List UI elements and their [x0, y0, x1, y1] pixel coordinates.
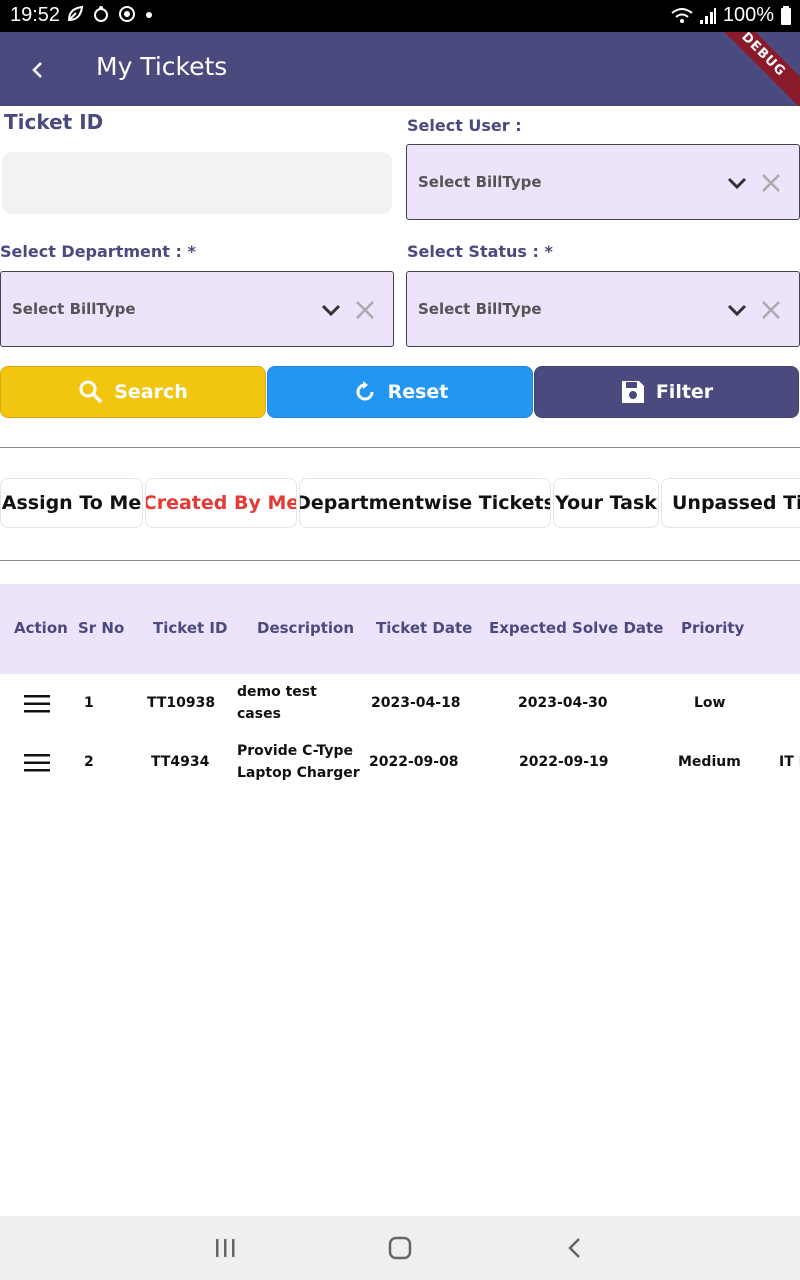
back-button[interactable] [22, 54, 54, 86]
cell-expected-solve-date: 2023-04-30 [518, 695, 608, 711]
ticket-tabs: Assign To Me Created By Me Departmentwis… [0, 478, 800, 528]
cell-priority: Medium [678, 754, 741, 770]
tab-assign-to-me[interactable]: Assign To Me [0, 478, 143, 528]
cell-description-line1: Provide C-Type [237, 743, 353, 759]
cell-description-line2: Laptop Charger [237, 765, 360, 781]
table-row[interactable]: 1 TT10938 demo test cases 2023-04-18 202… [0, 675, 800, 733]
column-header-action: Action [14, 619, 68, 637]
cell-ticket-date: 2022-09-08 [369, 754, 459, 770]
cell-ticket-id: TT10938 [147, 695, 216, 711]
chrome-icon [119, 6, 135, 22]
cell-extra: IT I [779, 754, 800, 770]
select-status-dropdown[interactable]: Select BillType [406, 271, 800, 347]
back-nav-icon[interactable] [561, 1236, 589, 1260]
menu-icon[interactable] [24, 753, 50, 773]
select-status-label: Select Status : * [407, 242, 553, 261]
column-header-ticket-date: Ticket Date [376, 619, 473, 637]
save-icon [621, 381, 644, 403]
cell-expected-solve-date: 2022-09-19 [519, 754, 609, 770]
column-header-description: Description [257, 619, 355, 637]
ticket-id-label: Ticket ID [4, 110, 104, 134]
chevron-down-icon[interactable] [725, 298, 749, 322]
tab-created-by-me[interactable]: Created By Me [145, 478, 297, 528]
select-user-dropdown[interactable]: Select BillType [406, 144, 800, 220]
debug-banner: DEBUG [702, 32, 800, 106]
tab-your-task[interactable]: Your Task [553, 478, 659, 528]
select-department-label: Select Department : * [0, 242, 196, 261]
arrow-left-icon [32, 62, 42, 78]
select-user-label: Select User : [407, 116, 522, 135]
close-icon[interactable] [353, 298, 377, 322]
select-department-dropdown[interactable]: Select BillType [0, 271, 394, 347]
status-bar: 19:52 100% [0, 0, 800, 32]
battery-percent: 100% [722, 4, 774, 26]
recent-apps-icon[interactable] [211, 1236, 239, 1260]
chevron-down-icon[interactable] [319, 298, 343, 322]
page-title: My Tickets [96, 52, 228, 81]
dot-icon [146, 12, 152, 18]
home-icon[interactable] [386, 1236, 414, 1260]
search-button-label: Search [114, 381, 188, 403]
table-header: Action Sr No Ticket ID Description Ticke… [0, 584, 800, 674]
column-header-priority: Priority [681, 619, 745, 637]
system-icons: 100% [671, 4, 792, 27]
reset-button-label: Reset [387, 381, 449, 403]
select-user-value: Select BillType [418, 173, 542, 191]
refresh-icon [356, 381, 374, 401]
cell-sr-no: 2 [84, 754, 94, 770]
close-icon[interactable] [759, 298, 783, 322]
close-icon[interactable] [759, 171, 783, 195]
divider [0, 447, 800, 448]
filter-button-label: Filter [655, 381, 714, 403]
search-icon [79, 380, 103, 404]
app-bar: My Tickets DEBUG [0, 32, 800, 106]
divider [0, 560, 800, 561]
select-department-value: Select BillType [12, 300, 136, 318]
table-row[interactable]: 2 TT4934 Provide C-Type Laptop Charger 2… [0, 734, 800, 792]
menu-icon[interactable] [24, 694, 50, 714]
chevron-down-icon[interactable] [725, 171, 749, 195]
reset-button[interactable]: Reset [267, 366, 533, 418]
search-button[interactable]: Search [0, 366, 266, 418]
notification-icons [66, 5, 154, 23]
column-header-ticket-id: Ticket ID [153, 619, 228, 637]
battery-icon [781, 5, 791, 25]
ticket-id-input[interactable] [2, 152, 392, 214]
status-time: 19:52 [10, 4, 61, 26]
cell-priority: Low [694, 695, 726, 711]
leaf-icon [67, 5, 84, 22]
cell-description-line2: cases [237, 706, 281, 722]
column-header-sr-no: Sr No [78, 619, 125, 637]
cell-description-line1: demo test [237, 684, 317, 700]
column-header-expected-solve-date: Expected Solve Date [489, 619, 664, 637]
system-nav-bar [0, 1216, 800, 1280]
cell-sr-no: 1 [84, 695, 94, 711]
baby-icon [94, 6, 108, 22]
tab-unpassed-tickets[interactable]: Unpassed Tick [661, 478, 800, 528]
cell-ticket-date: 2023-04-18 [371, 695, 461, 711]
signal-icon [699, 7, 716, 24]
select-status-value: Select BillType [418, 300, 542, 318]
filter-button[interactable]: Filter [534, 366, 799, 418]
tab-departmentwise-tickets[interactable]: Departmentwise Tickets [299, 478, 551, 528]
cell-ticket-id: TT4934 [151, 754, 210, 770]
wifi-icon [671, 7, 693, 23]
